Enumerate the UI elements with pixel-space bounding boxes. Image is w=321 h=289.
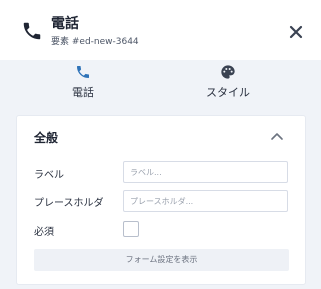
palette-icon <box>221 65 235 79</box>
label-input[interactable] <box>123 161 288 183</box>
required-checkbox[interactable] <box>123 221 139 237</box>
form-settings-button[interactable]: フォーム設定を表示 <box>34 249 289 271</box>
tab-style[interactable]: スタイル <box>185 60 271 106</box>
phone-icon <box>23 22 41 40</box>
close-icon[interactable] <box>287 23 305 41</box>
tab-phone-label: 電話 <box>72 86 94 99</box>
phone-icon <box>77 66 89 78</box>
chevron-up-icon[interactable] <box>270 131 284 141</box>
section-title: 全般 <box>34 131 59 145</box>
tab-style-label: スタイル <box>206 86 250 99</box>
required-field-label: 必須 <box>34 227 54 238</box>
general-section: 全般 ラベル プレースホルダ 必須 フォーム設定を表示 <box>16 115 306 285</box>
placeholder-input[interactable] <box>123 190 288 212</box>
element-id-subtitle: 要素 #ed-new-3644 <box>51 37 139 47</box>
panel-header: 電話 要素 #ed-new-3644 <box>0 0 321 60</box>
placeholder-field-label: プレースホルダ <box>34 198 104 209</box>
element-settings-panel: 電話 要素 #ed-new-3644 電話 スタイル 全般 ラベル プレースホル… <box>0 0 321 289</box>
tab-bar: 電話 スタイル <box>0 60 321 106</box>
label-field-label: ラベル <box>34 170 64 181</box>
tab-phone[interactable]: 電話 <box>40 60 126 106</box>
panel-title: 電話 <box>51 16 79 32</box>
